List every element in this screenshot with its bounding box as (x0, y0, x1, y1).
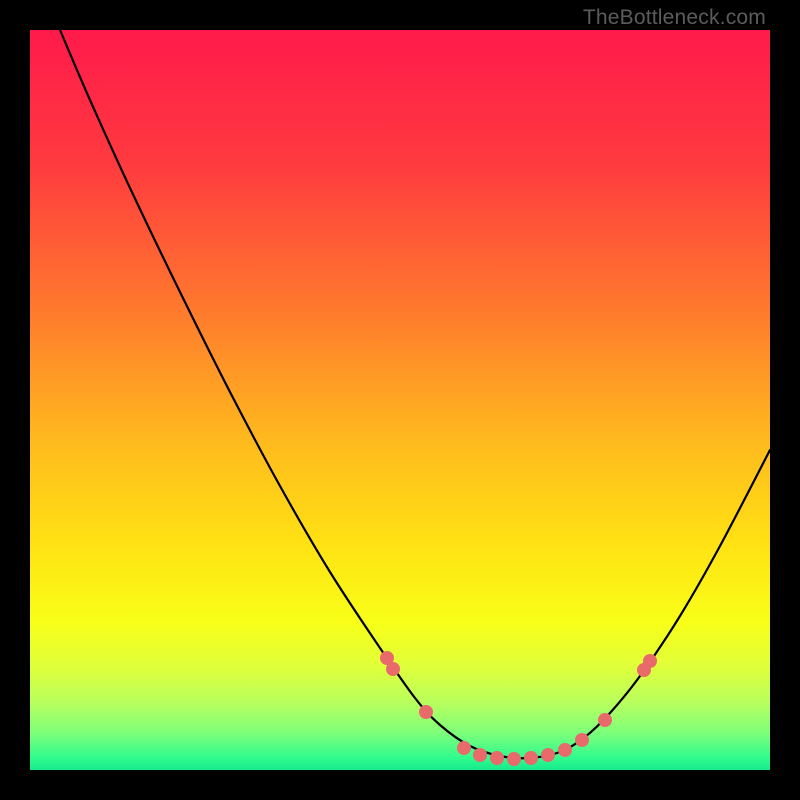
marker-point (386, 662, 400, 676)
marker-point (575, 733, 589, 747)
marker-point (598, 713, 612, 727)
chart-frame (30, 30, 770, 770)
marker-point (490, 751, 504, 765)
plot-area (30, 30, 770, 770)
marker-point (473, 748, 487, 762)
marker-point (643, 654, 657, 668)
marker-point (419, 705, 433, 719)
marker-point (541, 748, 555, 762)
marker-point (507, 752, 521, 766)
chart-svg (30, 30, 770, 770)
marker-point (457, 741, 471, 755)
attribution-label: TheBottleneck.com (583, 6, 766, 30)
bottleneck-curve (60, 30, 770, 758)
marker-point (524, 751, 538, 765)
marker-point (558, 743, 572, 757)
